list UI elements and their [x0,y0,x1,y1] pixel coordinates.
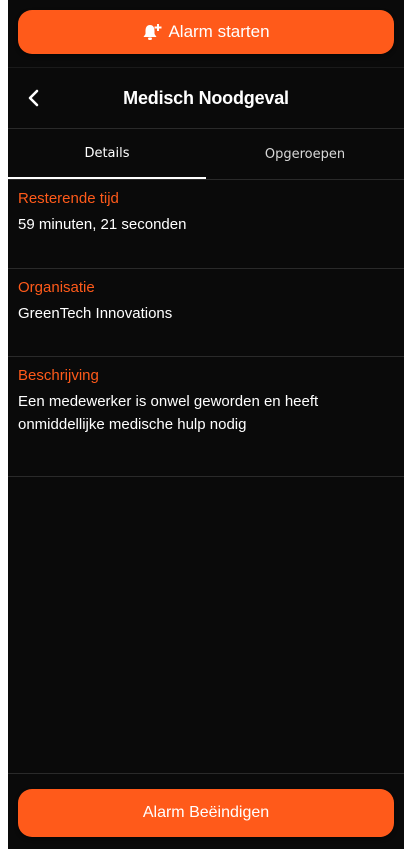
start-alarm-button[interactable]: Alarm starten [18,10,394,54]
app-screen: Alarm starten Medisch Noodgeval Details … [8,0,404,849]
organisation-section: Organisatie GreenTech Innovations [8,269,404,357]
description-label: Beschrijving [18,367,99,384]
back-button[interactable] [22,86,46,110]
end-alarm-button[interactable]: Alarm Beëindigen [18,789,394,837]
organisation-value: GreenTech Innovations [18,305,173,322]
remaining-time-value: 59 minuten, 21 seconden [18,216,187,233]
tab-details-label: Details [84,145,130,161]
tab-opgeroepen[interactable]: Opgeroepen [206,129,404,179]
start-alarm-label: Alarm starten [168,22,270,41]
tab-bar: Details Opgeroepen [8,128,404,180]
tab-details[interactable]: Details [8,129,206,179]
organisation-label: Organisatie [18,279,95,296]
page-header: Medisch Noodgeval [8,67,404,128]
top-action-area: Alarm starten [8,0,404,67]
chevron-left-icon [28,89,39,107]
tab-opgeroepen-label: Opgeroepen [264,146,346,162]
page-title: Medisch Noodgeval [123,87,289,108]
remaining-time-section: Resterende tijd 59 minuten, 21 seconden [8,180,404,269]
bell-plus-icon [142,23,162,41]
end-alarm-label: Alarm Beëindigen [142,804,270,821]
bottom-action-area: Alarm Beëindigen [8,773,404,849]
remaining-time-label: Resterende tijd [18,190,119,207]
description-value: Een medewerker is onwel geworden en heef… [18,393,319,433]
description-section: Beschrijving Een medewerker is onwel gew… [8,357,404,477]
